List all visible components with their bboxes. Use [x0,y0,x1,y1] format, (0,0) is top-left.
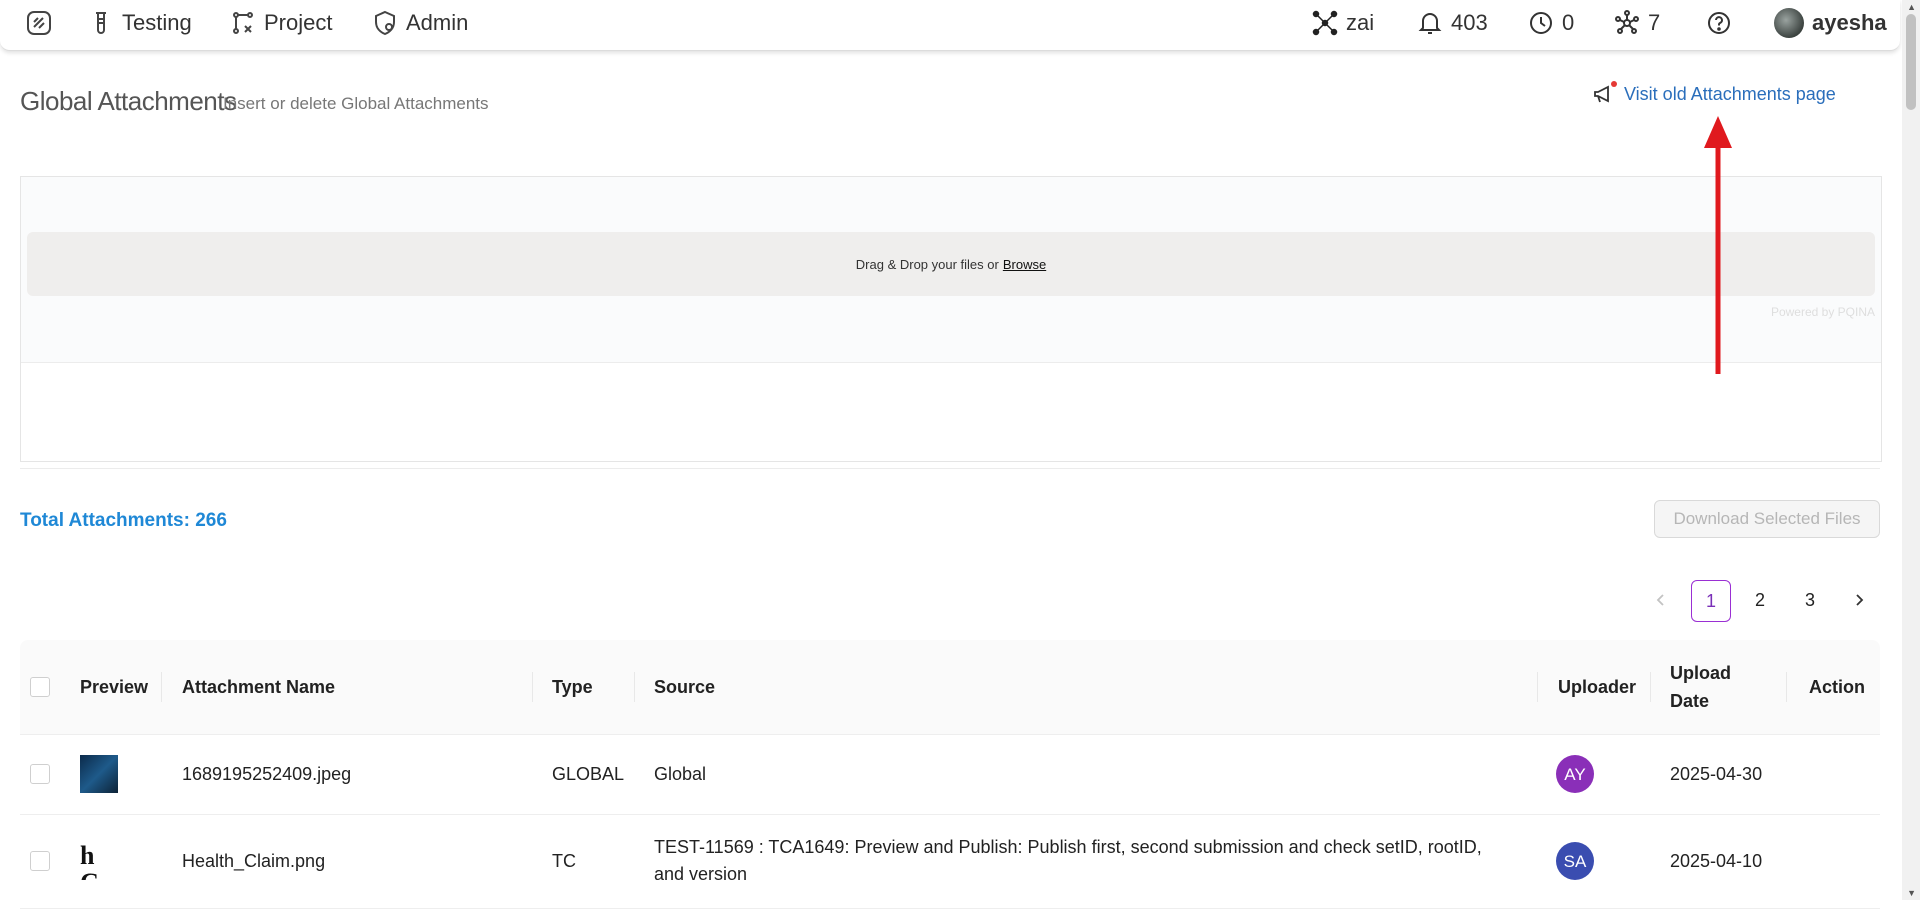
pagination-prev-button[interactable] [1645,580,1677,620]
scroll-down-icon[interactable]: ▼ [1907,888,1916,898]
old-attachments-link[interactable]: Visit old Attachments page [1592,81,1836,106]
header-upload-date: Upload Date [1670,640,1731,734]
megaphone-icon [1592,81,1617,106]
header-attachment-name: Attachment Name [182,676,336,697]
column-separator [1537,672,1538,702]
header-uploader: Uploader [1558,676,1637,697]
nav-testing[interactable]: Testing [88,0,192,46]
uploader-avatar: SA [1556,842,1594,880]
select-all-checkbox[interactable] [30,677,50,697]
column-separator [161,672,162,702]
nav-admin[interactable]: Admin [372,0,468,46]
attachment-type: GLOBAL [552,763,625,784]
select-all-cell [30,640,50,734]
column-separator [532,672,533,702]
column-separator [1650,672,1651,702]
powered-by-label: Powered by PQINA [1770,305,1875,319]
upload-date: 2025-04-10 [1670,850,1763,871]
header-type: Type [552,676,593,697]
app-logo-icon[interactable] [26,0,52,46]
table-row[interactable]: 1689195252409.jpeg GLOBAL Global AY 2025… [20,734,1880,815]
page-title: Global Attachments [20,86,237,116]
graph-button[interactable]: 7 [1614,0,1660,46]
nav-zai[interactable]: zai [1312,0,1374,46]
row-checkbox[interactable] [30,764,50,784]
attachment-name: Health_Claim.png [182,850,326,871]
test-tube-icon [96,12,106,34]
download-selected-button[interactable]: Download Selected Files [1654,500,1880,538]
column-separator [1786,672,1787,702]
header-preview: Preview [80,676,149,697]
user-menu[interactable]: ayesha [1774,0,1887,46]
workflow-icon [233,12,253,34]
chevron-left-icon [1656,594,1664,606]
username: ayesha [1812,10,1887,35]
clock-button[interactable]: 0 [1528,0,1574,46]
top-navbar: Testing Project Admin zai 403 0 7 ayesha [0,0,1900,51]
row-select-cell [30,734,50,814]
image-thumbnail[interactable]: h C [80,842,118,880]
dropzone-prompt: Drag & Drop your files or [855,256,999,272]
graph-nodes-icon [1615,10,1639,34]
section-divider [20,468,1880,469]
uploader-cell: AY [1556,734,1594,814]
upload-panel: Drag & Drop your files or Browse Powered… [20,176,1882,462]
chevron-right-icon [1856,594,1864,606]
page-scrollbar[interactable]: ▲ ▼ [1902,0,1920,900]
column-separator [634,672,635,702]
table-row[interactable]: h C Health_Claim.png TC TEST-11569 : TCA… [20,814,1880,909]
row-checkbox[interactable] [30,851,50,871]
header-action: Action [1809,676,1865,697]
help-icon [1708,12,1730,34]
notification-dot [1611,81,1617,87]
page-subtitle: Insert or delete Global Attachments [223,94,489,113]
preview-cell: h C [80,814,118,908]
nav-admin-label: Admin [406,10,469,35]
nav-testing-label: Testing [122,10,192,35]
nav-project-label: Project [264,10,333,35]
header-upload-date-line2: Date [1670,691,1710,711]
old-attachments-link-label: Visit old Attachments page [1624,83,1836,104]
avatar [1774,8,1804,38]
attachment-name: 1689195252409.jpeg [182,763,352,784]
image-thumbnail[interactable] [80,755,118,793]
pagination-page-3[interactable]: 3 [1791,580,1829,620]
graph-count: 7 [1648,10,1661,35]
table-header: Preview Attachment Name Type Source Uplo… [20,640,1880,735]
nav-project[interactable]: Project [230,0,332,46]
pagination-page-1[interactable]: 1 [1691,580,1731,622]
pagination-next-button[interactable] [1843,580,1875,620]
row-select-cell [30,814,50,908]
help-button[interactable] [1706,0,1732,46]
header-upload-date-line1: Upload [1670,663,1731,683]
total-attachments: Total Attachments: 266 [20,510,227,531]
file-dropzone[interactable]: Drag & Drop your files or Browse [27,232,1875,296]
browse-link[interactable]: Browse [1003,257,1046,272]
attachment-source: Global [654,763,707,784]
network-icon [1312,10,1338,36]
scroll-thumb[interactable] [1906,14,1916,110]
uploader-avatar: AY [1556,755,1594,793]
attachment-type: TC [552,850,576,871]
header-source: Source [654,676,716,697]
upload-date: 2025-04-30 [1670,763,1763,784]
upload-area: Drag & Drop your files or Browse Powered… [21,177,1881,363]
clock-icon [1530,12,1552,34]
nav-zai-label: zai [1346,10,1375,35]
annotation-arrow [1704,116,1732,374]
clock-count: 0 [1562,10,1575,35]
preview-cell [80,734,118,814]
scroll-up-icon[interactable]: ▲ [1907,2,1916,12]
shield-gear-icon [375,10,395,36]
bell-icon [1418,13,1442,34]
attachment-source: TEST-11569 : TCA1649: Preview and Publis… [654,837,1482,884]
uploader-cell: SA [1556,814,1594,908]
notifications-button[interactable]: 403 [1417,0,1488,46]
notification-count: 403 [1451,10,1488,35]
pagination-page-2[interactable]: 2 [1741,580,1779,620]
